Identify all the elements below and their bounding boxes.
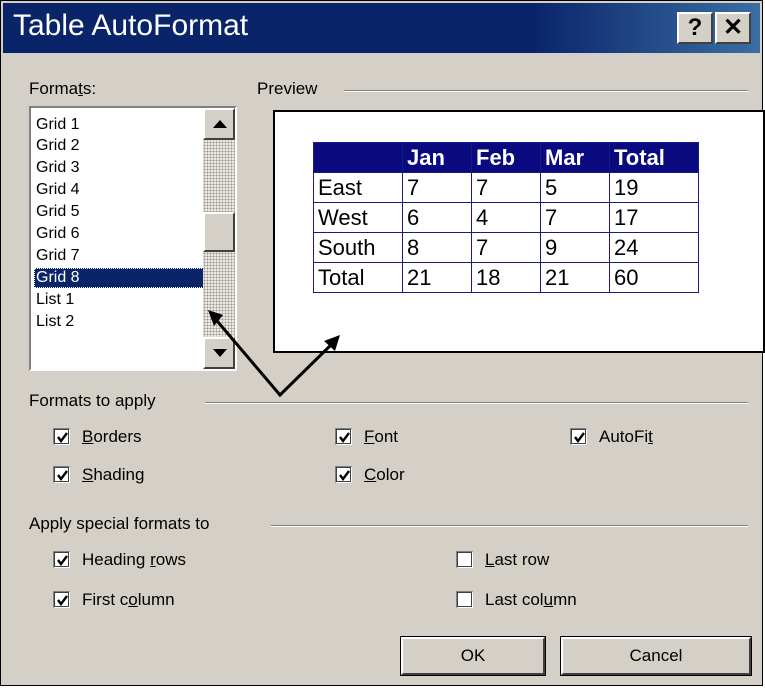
check-icon [339, 470, 350, 481]
heading-rows-label: Heading rows [82, 550, 186, 569]
check-icon [57, 595, 68, 606]
checkbox-box[interactable] [456, 551, 473, 568]
last-column-label: Last column [485, 590, 577, 609]
special-formats-label: Apply special formats to [29, 514, 210, 533]
autofit-label: AutoFit [599, 427, 653, 446]
shading-label: Shading [82, 465, 145, 484]
check-icon [339, 432, 350, 443]
check-icon [57, 555, 68, 566]
checkbox-box[interactable] [53, 551, 70, 568]
borders-label: Borders [82, 427, 142, 446]
annotation-arrows [208, 310, 340, 398]
checkbox-box[interactable] [53, 591, 70, 608]
check-icon [574, 432, 585, 443]
color-label: Color [364, 465, 405, 484]
table-autoformat-dialog: Table AutoFormat ? ✕ Formats: Grid 1 Gri… [0, 0, 765, 686]
checkbox-box[interactable] [53, 466, 70, 483]
checkbox-box[interactable] [335, 466, 352, 483]
annotation-arrow-line [210, 314, 338, 398]
last-row-label: Last row [485, 550, 550, 569]
checkbox-box[interactable] [456, 591, 473, 608]
font-label: Font [364, 427, 399, 446]
checkbox-box[interactable] [335, 428, 352, 445]
check-icon [57, 432, 68, 443]
special-formats-divider [271, 525, 748, 527]
ok-button[interactable]: OK [400, 636, 546, 676]
cancel-button[interactable]: Cancel [560, 636, 752, 676]
checkbox-box[interactable] [570, 428, 587, 445]
first-column-label: First column [82, 590, 175, 609]
checkbox-box[interactable] [53, 428, 70, 445]
formats-to-apply-label: Formats to apply [29, 391, 156, 410]
formats-to-apply-divider [205, 402, 748, 404]
check-icon [57, 470, 68, 481]
